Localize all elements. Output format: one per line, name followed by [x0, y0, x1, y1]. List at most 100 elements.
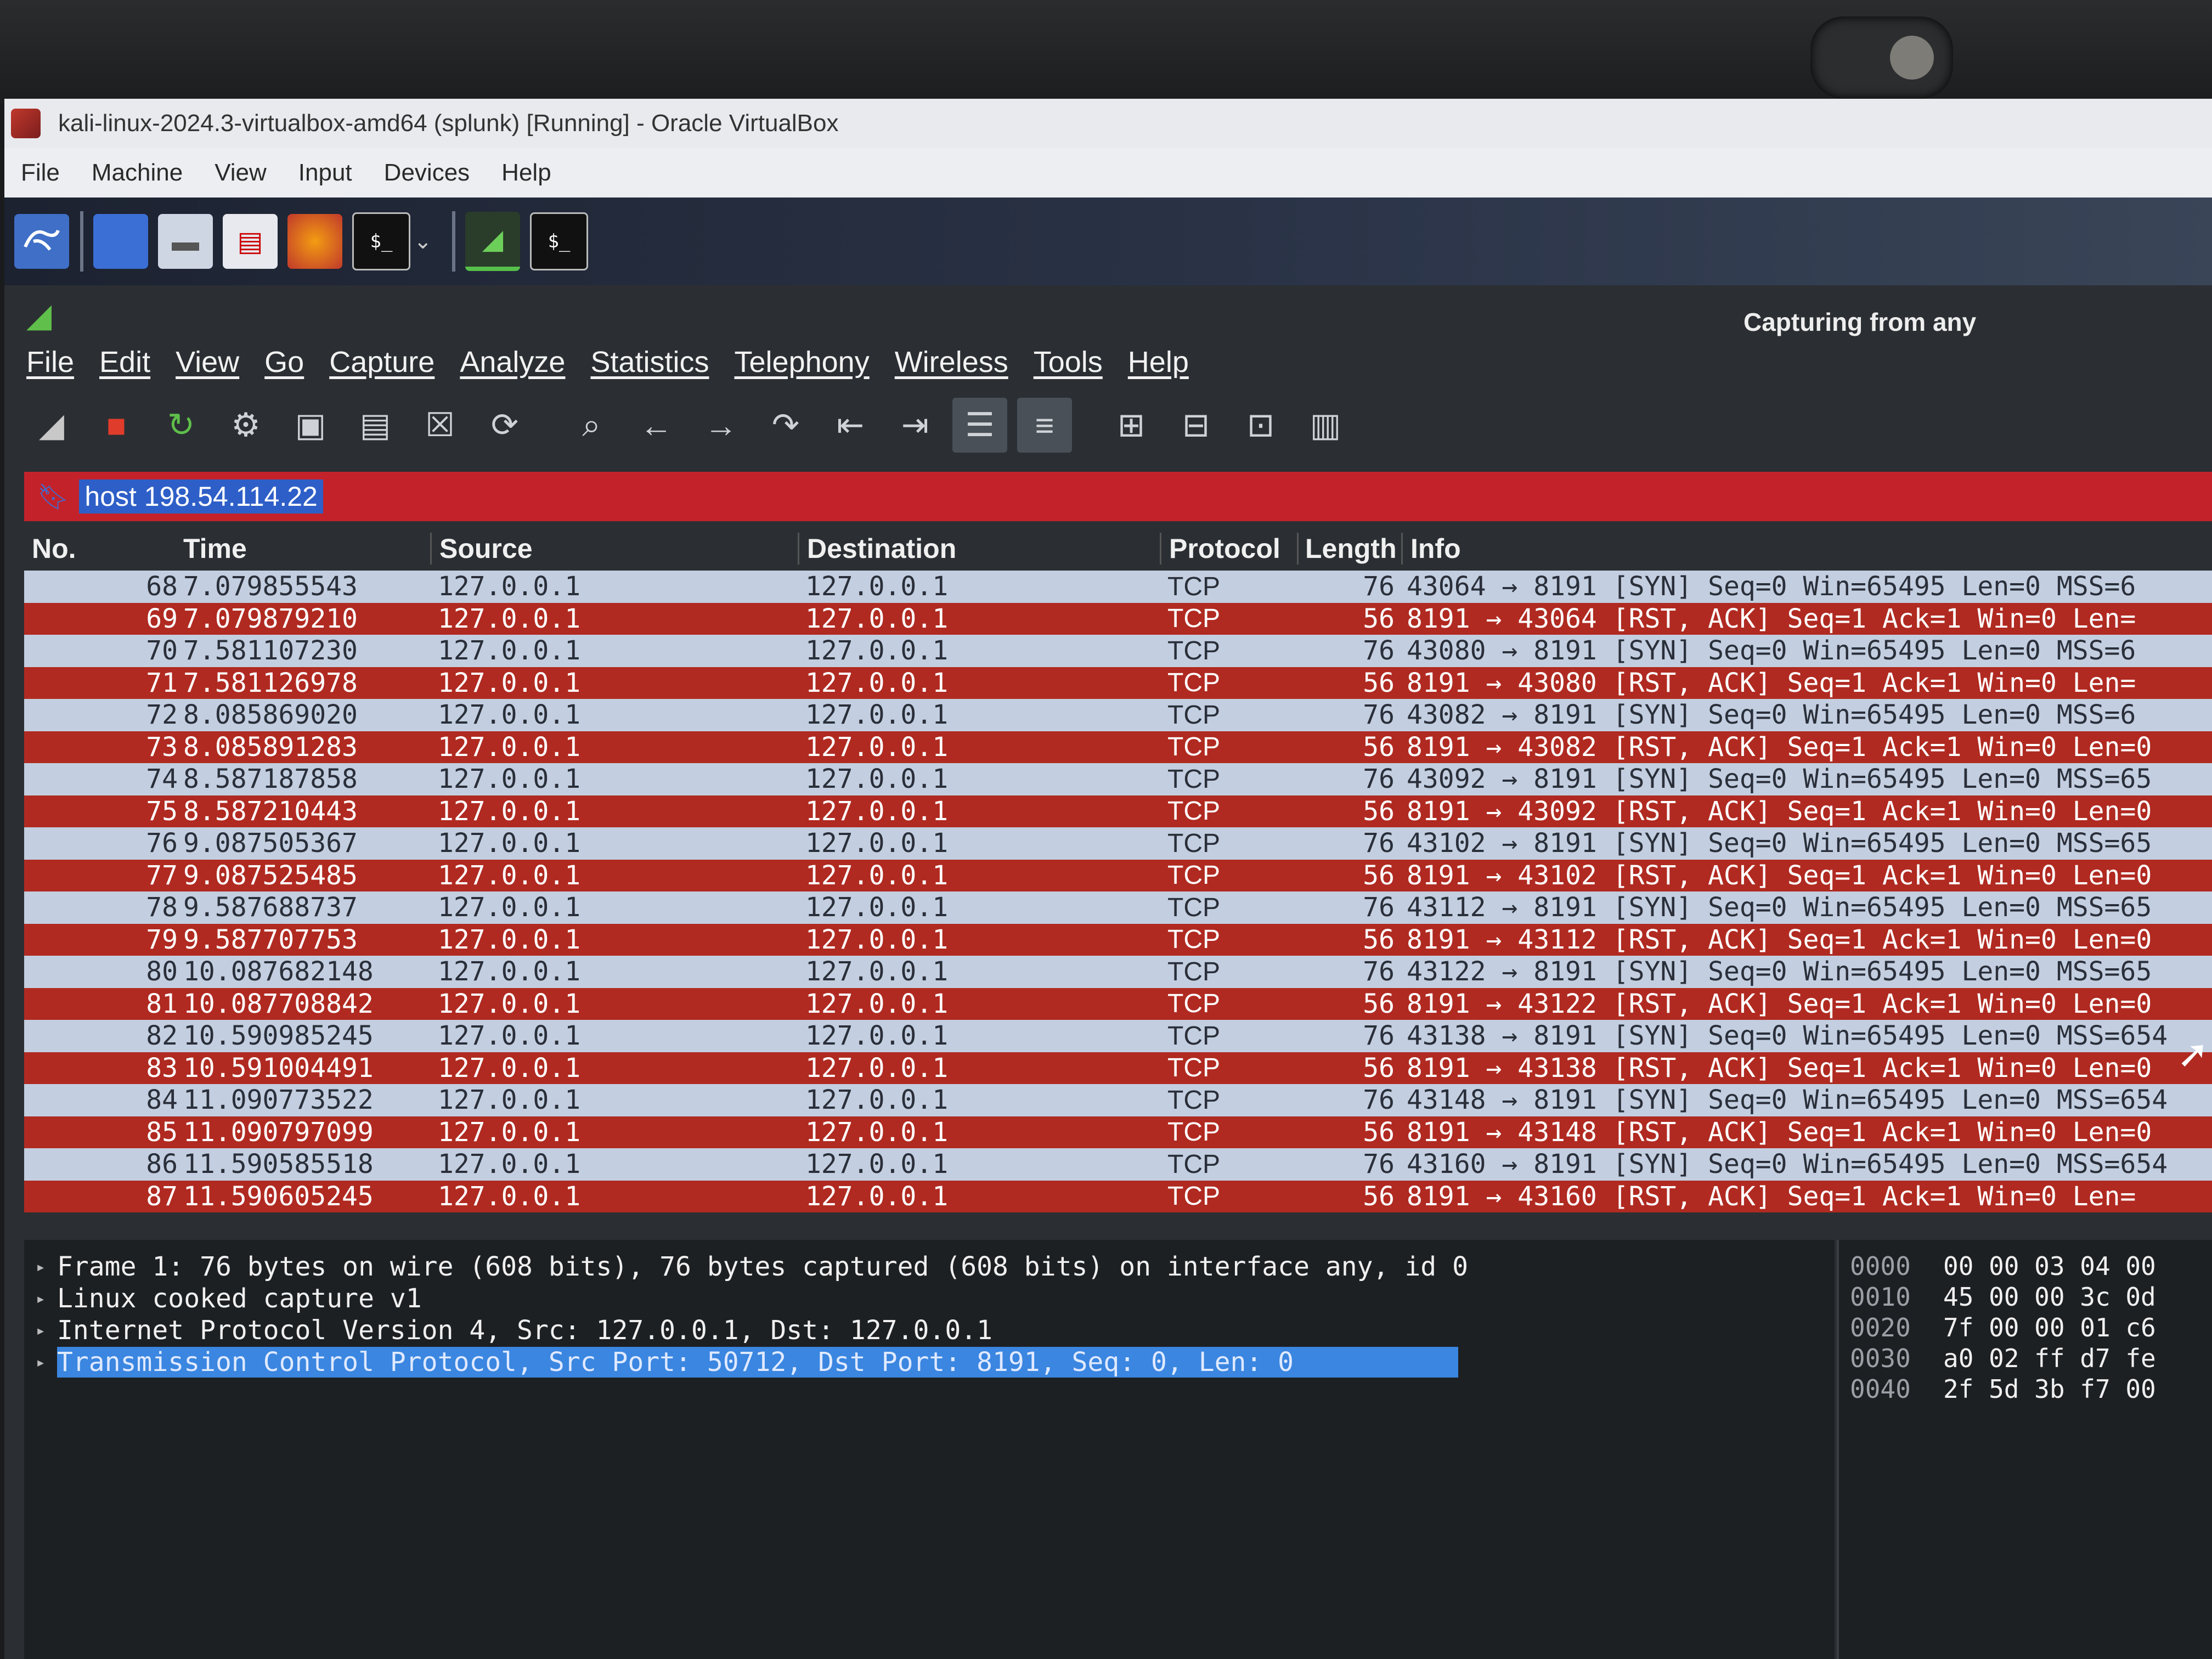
wireshark-icon[interactable]: ◢: [465, 212, 520, 271]
packet-destination: 127.0.0.1: [805, 764, 949, 795]
vb-menu-view[interactable]: View: [215, 159, 267, 187]
workspace-icon[interactable]: [93, 214, 148, 269]
column-header-protocol[interactable]: Protocol: [1161, 533, 1299, 565]
packet-no: 87: [146, 1181, 178, 1212]
menu-wireless[interactable]: Wireless: [895, 345, 1008, 379]
bytes-row[interactable]: 0000 00 00 03 04 00: [1839, 1251, 2212, 1282]
find-packet-icon[interactable]: ⌕: [564, 398, 619, 453]
open-file-icon[interactable]: ▣: [283, 398, 338, 453]
menu-capture[interactable]: Capture: [329, 345, 435, 379]
table-row[interactable]: 71 7.581126978 127.0.0.1 127.0.0.1 TCP 56 8191…: [24, 667, 2212, 699]
vb-menu-machine[interactable]: Machine: [92, 159, 183, 187]
packet-time: 9.087525485: [183, 860, 358, 891]
detail-tree-item[interactable]: ▸ Transmission Control Protocol, Src Port…: [24, 1346, 1835, 1378]
bytes-row[interactable]: 0020 7f 00 00 01 c6: [1839, 1312, 2212, 1343]
firefox-icon[interactable]: [287, 214, 342, 269]
packet-list-header: No. Time Source Destination Protocol Len…: [24, 527, 2212, 571]
packet-destination: 127.0.0.1: [805, 1181, 949, 1212]
expand-arrow-icon[interactable]: ▸: [24, 1257, 57, 1277]
close-file-icon[interactable]: ☒: [413, 398, 467, 453]
column-header-time[interactable]: Time: [183, 533, 432, 565]
table-row[interactable]: 77 9.087525485 127.0.0.1 127.0.0.1 TCP 56 8191…: [24, 859, 2212, 891]
bytes-offset: 0030: [1850, 1344, 1911, 1373]
zoom-in-icon[interactable]: ⊞: [1104, 398, 1159, 453]
stop-capture-icon[interactable]: ■: [89, 398, 144, 453]
detail-tree-item[interactable]: ▸ Frame 1: 76 bytes on wire (608 bits), 7…: [24, 1251, 1835, 1283]
text-editor-icon[interactable]: ▤: [223, 214, 278, 269]
detail-tree-item[interactable]: ▸ Internet Protocol Version 4, Src: 127.0…: [24, 1314, 1835, 1346]
file-manager-icon[interactable]: ▬: [158, 214, 213, 269]
bookmark-icon[interactable]: 🔖︎: [37, 482, 69, 512]
table-row[interactable]: 87 11.590605245 127.0.0.1 127.0.0.1 TCP 56 819…: [24, 1180, 2212, 1212]
bytes-row[interactable]: 0010 45 00 00 3c 0d: [1839, 1282, 2212, 1312]
vb-menu-file[interactable]: File: [21, 159, 60, 187]
menu-analyze[interactable]: Analyze: [460, 345, 565, 379]
expand-arrow-icon[interactable]: ▸: [24, 1353, 57, 1372]
vb-menu-help[interactable]: Help: [501, 159, 551, 187]
packet-destination: 127.0.0.1: [805, 1149, 949, 1180]
restart-capture-icon[interactable]: ↻: [154, 398, 208, 453]
first-packet-icon[interactable]: ⇤: [823, 398, 878, 453]
virtualbox-titlebar: kali-linux-2024.3-virtualbox-amd64 (splu…: [4, 99, 2212, 148]
table-row[interactable]: 79 9.587707753 127.0.0.1 127.0.0.1 TCP 56 8191…: [24, 923, 2212, 956]
table-row[interactable]: 85 11.090797099 127.0.0.1 127.0.0.1 TCP 56 819…: [24, 1116, 2212, 1148]
table-row[interactable]: 83 10.591004491 127.0.0.1 127.0.0.1 TCP 56 819…: [24, 1052, 2212, 1084]
column-header-length[interactable]: Length: [1299, 533, 1403, 565]
column-header-source[interactable]: Source: [432, 533, 799, 565]
table-row[interactable]: 84 11.090773522 127.0.0.1 127.0.0.1 TCP 76 431…: [24, 1084, 2212, 1116]
reload-file-icon[interactable]: ⟳: [477, 398, 532, 453]
menu-tools[interactable]: Tools: [1034, 345, 1103, 379]
normal-size-icon[interactable]: ⊡: [1233, 398, 1288, 453]
detail-tree-item[interactable]: ▸ Linux cooked capture v1: [24, 1283, 1835, 1314]
table-row[interactable]: 76 9.087505367 127.0.0.1 127.0.0.1 TCP 76 4310…: [24, 827, 2212, 860]
packet-no: 85: [146, 1116, 178, 1148]
chevron-down-icon[interactable]: ⌄: [414, 229, 441, 254]
save-file-icon[interactable]: ▤: [348, 398, 403, 453]
window-title: kali-linux-2024.3-virtualbox-amd64 (splu…: [58, 110, 839, 137]
resize-columns-icon[interactable]: ▥: [1298, 398, 1353, 453]
table-row[interactable]: 74 8.587187858 127.0.0.1 127.0.0.1 TCP 76 4309…: [24, 763, 2212, 795]
table-row[interactable]: 78 9.587688737 127.0.0.1 127.0.0.1 TCP 76 4311…: [24, 891, 2212, 924]
colorize-icon[interactable]: ≡: [1017, 398, 1072, 453]
menu-view[interactable]: View: [176, 345, 239, 379]
menu-help[interactable]: Help: [1128, 345, 1189, 379]
menu-file[interactable]: File: [26, 345, 74, 379]
go-to-packet-icon[interactable]: ↷: [758, 398, 813, 453]
bytes-row[interactable]: 0040 2f 5d 3b f7 00: [1839, 1374, 2212, 1404]
menu-edit[interactable]: Edit: [99, 345, 150, 379]
packet-time: 10.087708842: [183, 988, 374, 1019]
table-row[interactable]: 82 10.590985245 127.0.0.1 127.0.0.1 TCP 76 431…: [24, 1020, 2212, 1052]
vb-menu-input[interactable]: Input: [298, 159, 352, 187]
go-back-icon[interactable]: ←: [629, 398, 684, 453]
menu-go[interactable]: Go: [264, 345, 304, 379]
expand-arrow-icon[interactable]: ▸: [24, 1289, 57, 1308]
vb-menu-devices[interactable]: Devices: [384, 159, 470, 187]
kali-menu-icon[interactable]: [14, 214, 69, 269]
table-row[interactable]: 80 10.087682148 127.0.0.1 127.0.0.1 TCP 76 431…: [24, 956, 2212, 988]
bytes-row[interactable]: 0030 a0 02 ff d7 fe: [1839, 1343, 2212, 1374]
table-row[interactable]: 69 7.079879210 127.0.0.1 127.0.0.1 TCP 56 8191…: [24, 602, 2212, 635]
menu-telephony[interactable]: Telephony: [735, 345, 870, 379]
menu-statistics[interactable]: Statistics: [590, 345, 709, 379]
capture-options-icon[interactable]: ⚙: [218, 398, 273, 453]
table-row[interactable]: 72 8.085869020 127.0.0.1 127.0.0.1 TCP 76 4308…: [24, 699, 2212, 731]
go-forward-icon[interactable]: →: [693, 398, 748, 453]
table-row[interactable]: 75 8.587210443 127.0.0.1 127.0.0.1 TCP 56 8191…: [24, 795, 2212, 827]
column-header-info[interactable]: Info: [1403, 533, 1461, 565]
table-row[interactable]: 70 7.581107230 127.0.0.1 127.0.0.1 TCP 76 4308…: [24, 635, 2212, 667]
display-filter-input[interactable]: host 198.54.114.22: [79, 479, 323, 514]
table-row[interactable]: 68 7.079855543 127.0.0.1 127.0.0.1 TCP 76 4306…: [24, 571, 2212, 603]
expand-arrow-icon[interactable]: ▸: [24, 1321, 57, 1340]
table-row[interactable]: 86 11.590585518 127.0.0.1 127.0.0.1 TCP 76 431…: [24, 1148, 2212, 1181]
terminal-icon[interactable]: $_: [352, 212, 410, 270]
start-capture-icon[interactable]: ◢: [24, 398, 79, 453]
autoscroll-icon[interactable]: ☰: [952, 398, 1007, 453]
column-header-no[interactable]: No.: [24, 533, 183, 565]
packet-length: 76: [1363, 956, 1395, 988]
zoom-out-icon[interactable]: ⊟: [1169, 398, 1223, 453]
column-header-destination[interactable]: Destination: [799, 533, 1161, 565]
last-packet-icon[interactable]: ⇥: [888, 398, 943, 453]
table-row[interactable]: 73 8.085891283 127.0.0.1 127.0.0.1 TCP 56 8191…: [24, 731, 2212, 763]
table-row[interactable]: 81 10.087708842 127.0.0.1 127.0.0.1 TCP 56 819…: [24, 988, 2212, 1020]
terminal-icon[interactable]: $_: [530, 212, 588, 270]
